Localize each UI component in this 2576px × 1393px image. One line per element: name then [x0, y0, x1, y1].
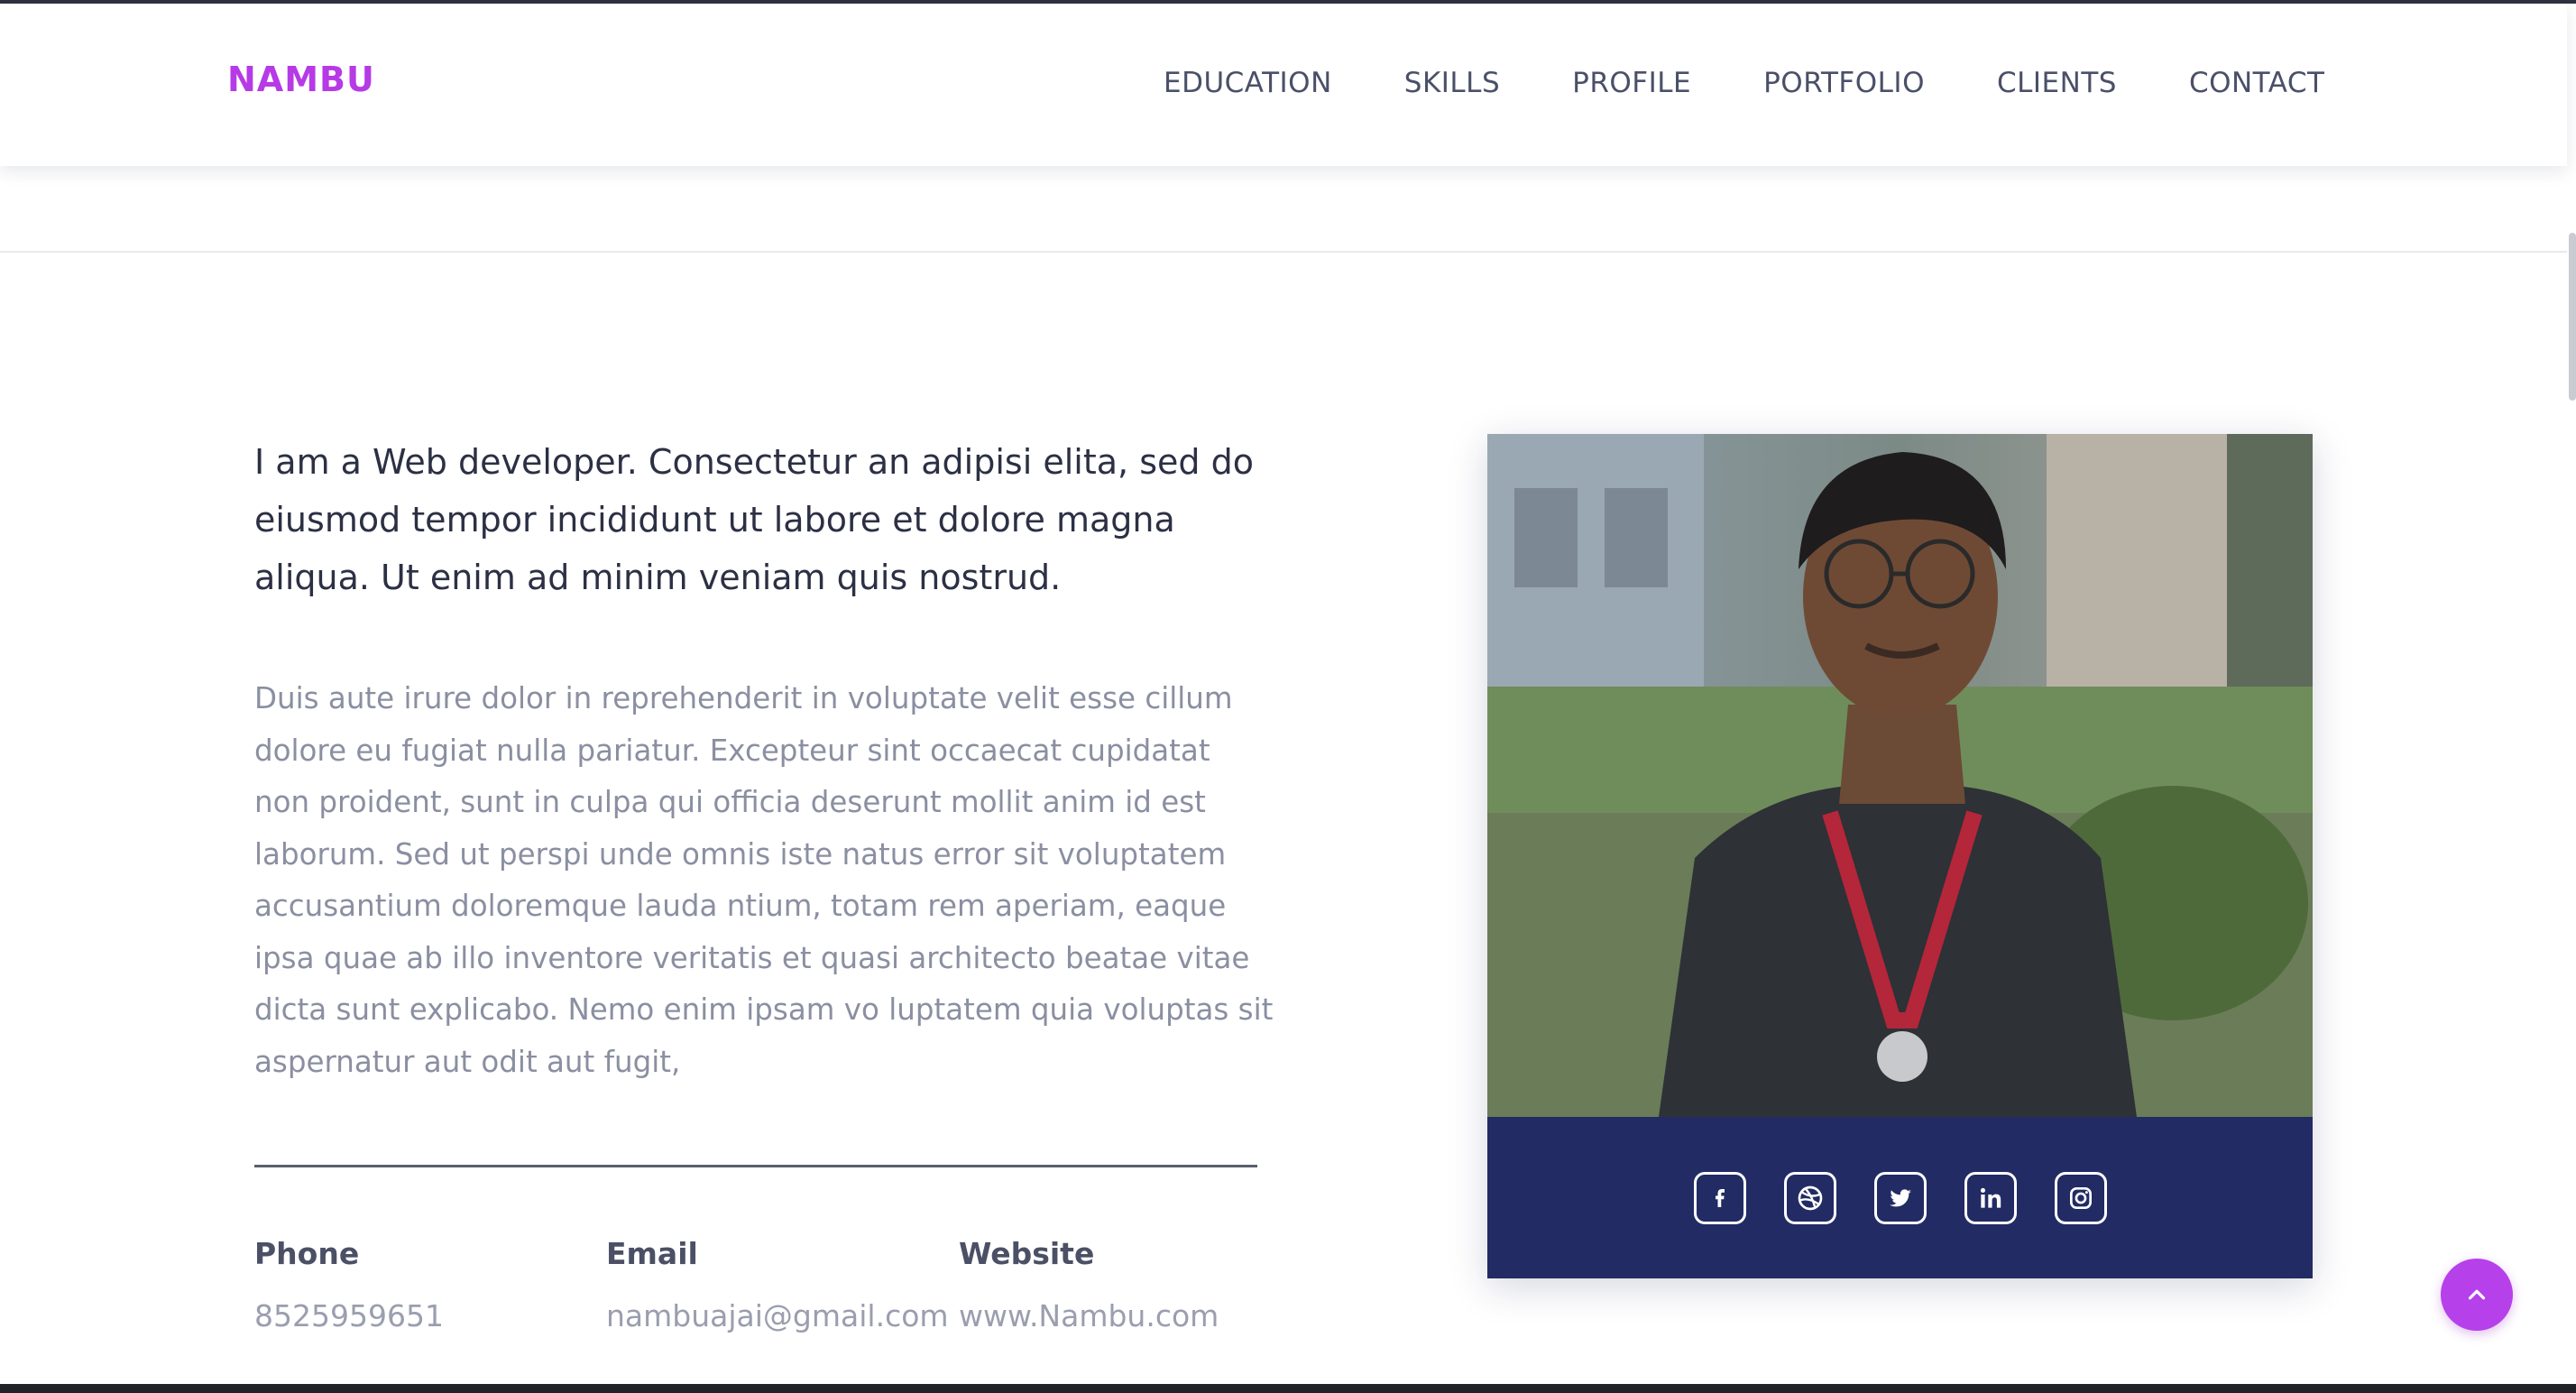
brand-logo[interactable]: NAMBU: [227, 60, 375, 99]
linkedin-icon[interactable]: [1964, 1171, 2017, 1224]
profile-photo-illustration: [1487, 434, 2313, 1117]
phone-value: 8525959651: [254, 1298, 444, 1333]
about-body: Duis aute irure dolor in reprehenderit i…: [254, 681, 1274, 1079]
main-nav: EDUCATION SKILLS PROFILE PORTFOLIO CLIEN…: [1164, 67, 2324, 99]
chevron-up-icon: [2468, 1289, 2486, 1300]
profile-photo: [1487, 434, 2313, 1117]
section-divider: [0, 251, 2567, 253]
nav-item-contact[interactable]: CONTACT: [2189, 67, 2325, 99]
instagram-icon[interactable]: [2054, 1171, 2107, 1224]
facebook-icon[interactable]: [1693, 1171, 1746, 1224]
website-value[interactable]: www.Nambu.com: [959, 1298, 1219, 1333]
site-header: NAMBU EDUCATION SKILLS PROFILE PORTFOLIO…: [0, 4, 2567, 166]
browser-bottom-strip: [0, 1384, 2576, 1393]
back-to-top-button[interactable]: [2441, 1259, 2513, 1331]
nav-item-education[interactable]: EDUCATION: [1164, 67, 1332, 99]
nav-item-profile[interactable]: PROFILE: [1572, 67, 1691, 99]
website-label: Website: [959, 1236, 1095, 1271]
social-links-bar: [1487, 1117, 2313, 1278]
nav-item-clients[interactable]: CLIENTS: [1997, 67, 2117, 99]
nav-item-skills[interactable]: SKILLS: [1404, 67, 1500, 99]
page-scrollbar[interactable]: [2569, 233, 2576, 401]
profile-card: [1487, 434, 2313, 1278]
email-value[interactable]: nambuajai@gmail.com: [606, 1298, 949, 1333]
contact-email: Email nambuajai@gmail.com: [606, 1236, 949, 1333]
contact-website: Website www.Nambu.com: [959, 1236, 1219, 1333]
nav-item-portfolio[interactable]: PORTFOLIO: [1763, 67, 1925, 99]
email-label: Email: [606, 1236, 698, 1271]
contact-phone: Phone 8525959651: [254, 1236, 444, 1333]
phone-label: Phone: [254, 1236, 360, 1271]
twitter-icon[interactable]: [1873, 1171, 1927, 1224]
about-lead: I am a Web developer. Consectetur an adi…: [254, 442, 1254, 597]
contact-divider: [254, 1165, 1257, 1167]
dribbble-icon[interactable]: [1783, 1171, 1836, 1224]
